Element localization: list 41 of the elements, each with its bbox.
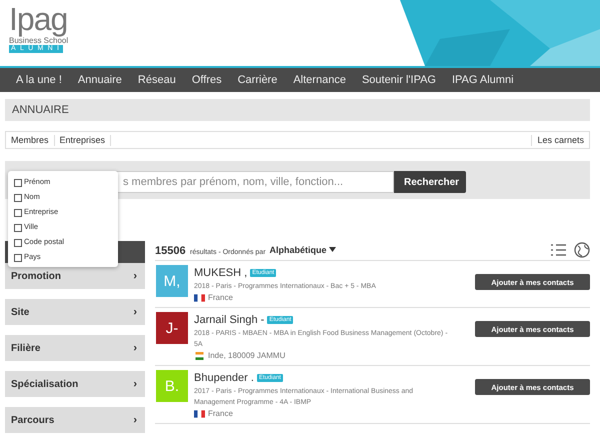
caret-icon [328,247,336,252]
filter-button[interactable]: Filière › [5,335,145,361]
globe-icon[interactable] [574,242,590,258]
flag-icon [194,294,205,302]
logo-subtitle: Business School [9,36,68,45]
flag-icon [194,410,205,418]
nav-link[interactable]: Annuaire [70,68,130,92]
member-location: France [208,409,233,418]
checkbox[interactable] [14,194,22,202]
tab[interactable]: Les carnets [531,134,589,146]
checkbox[interactable] [14,254,22,262]
list-icon[interactable] [550,242,566,256]
nav-link[interactable]: IPAG Alumni [444,68,522,92]
nav-link[interactable]: Offres [184,68,230,92]
logo-wordmark[interactable]: Ipag [9,2,68,36]
filter-button[interactable]: Parcours › [5,407,145,433]
nav-link[interactable]: A la une ! [8,68,70,92]
checkbox[interactable] [14,209,22,217]
nav-link[interactable]: Carrière [230,68,286,92]
filter-button[interactable]: Spécialisation › [5,371,145,397]
checkbox[interactable] [14,179,22,187]
flag-icon [194,352,205,360]
member-location: Inde, 180009 JAMMU [208,351,286,360]
avatar: M, [156,265,188,297]
checkbox[interactable] [14,224,22,232]
sort-dropdown[interactable]: Alphabétique [270,244,336,254]
tab[interactable]: Membres [6,134,55,146]
nav-link[interactable]: Alternance [285,68,354,92]
nav-link[interactable]: Soutenir l'IPAG [354,68,444,92]
search-button[interactable]: Rechercher [394,171,466,193]
member-name[interactable]: Bhupender . [194,372,254,384]
nav-link[interactable]: Réseau [130,68,184,92]
checkbox[interactable] [14,239,22,247]
avatar: B. [156,370,188,402]
avatar: J- [156,312,188,344]
filter-button[interactable]: Site › [5,299,145,325]
member-name[interactable]: Jarnail Singh - [194,314,264,326]
member-location: France [208,293,233,302]
page-title: ANNUAIRE [5,99,590,121]
member-name[interactable]: MUKESH , [194,267,248,279]
tab[interactable]: Entreprises [54,134,112,146]
